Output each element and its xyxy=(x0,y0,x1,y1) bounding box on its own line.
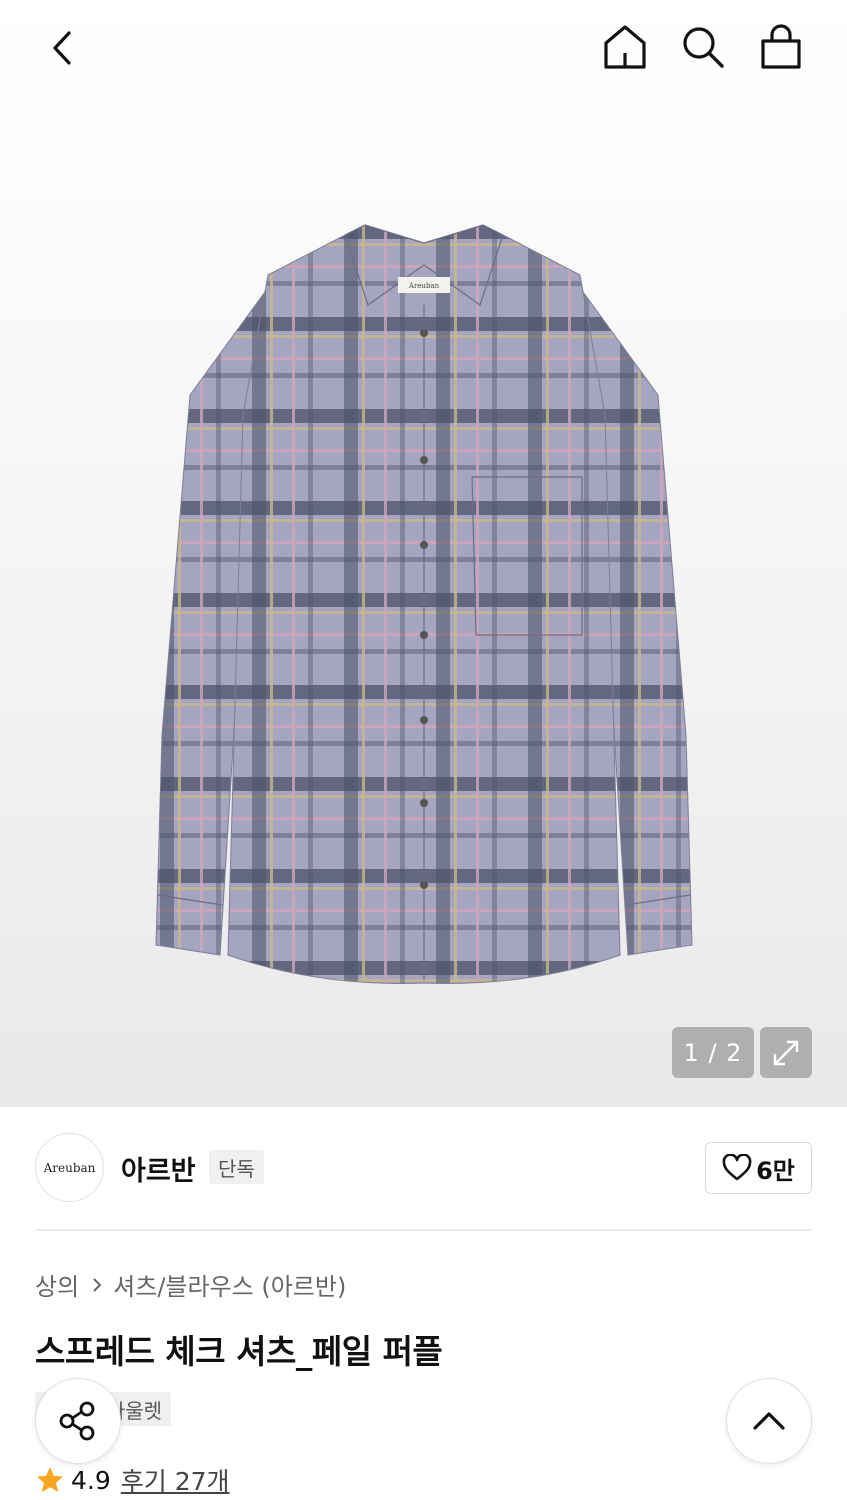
cart-button[interactable] xyxy=(754,20,808,74)
expand-button[interactable] xyxy=(760,1027,812,1078)
expand-icon xyxy=(773,1040,799,1065)
search-icon xyxy=(683,27,724,68)
divider xyxy=(35,1229,812,1231)
like-count: 6만 xyxy=(756,1156,795,1185)
home-button[interactable] xyxy=(598,20,652,74)
brand-logo[interactable]: Areuban xyxy=(35,1133,104,1202)
shopping-bag-icon xyxy=(761,24,801,69)
breadcrumb-subcategory[interactable]: 셔츠/블라우스 (아르반) xyxy=(113,1267,346,1302)
share-button[interactable] xyxy=(35,1378,121,1464)
chevron-left-icon xyxy=(53,31,71,65)
shirt-label: Areuban xyxy=(408,282,440,290)
like-button[interactable]: 6만 xyxy=(705,1142,812,1194)
brand-exclusive-badge: 단독 xyxy=(209,1150,264,1184)
brand-row: Areuban 아르반 단독 6만 xyxy=(35,1133,812,1203)
share-icon xyxy=(59,1401,95,1441)
chevron-up-icon xyxy=(753,1412,785,1430)
scroll-top-button[interactable] xyxy=(726,1378,812,1464)
image-counter: 1 / 2 xyxy=(672,1027,754,1078)
chevron-right-icon xyxy=(91,1276,103,1294)
product-gallery[interactable]: Areuban 1 / 2 xyxy=(0,0,847,1107)
star-icon xyxy=(37,1467,63,1492)
search-button[interactable] xyxy=(676,20,730,74)
brand-name[interactable]: 아르반 xyxy=(121,1149,196,1188)
back-button[interactable] xyxy=(34,22,90,74)
home-icon xyxy=(604,25,646,69)
review-link[interactable]: 후기 27개 xyxy=(121,1462,230,1498)
rating-score: 4.9 xyxy=(71,1465,111,1495)
heart-outline-icon xyxy=(722,1154,752,1181)
breadcrumb-category[interactable]: 상의 xyxy=(35,1267,79,1302)
rating-row: 4.9 후기 27개 xyxy=(35,1462,230,1498)
product-image[interactable]: Areuban xyxy=(150,215,698,990)
brand-logo-text: Areuban xyxy=(43,1160,96,1175)
breadcrumb: 상의 셔츠/블라우스 (아르반) xyxy=(35,1267,346,1302)
product-title: 스프레드 체크 셔츠_페일 퍼플 xyxy=(35,1332,443,1371)
